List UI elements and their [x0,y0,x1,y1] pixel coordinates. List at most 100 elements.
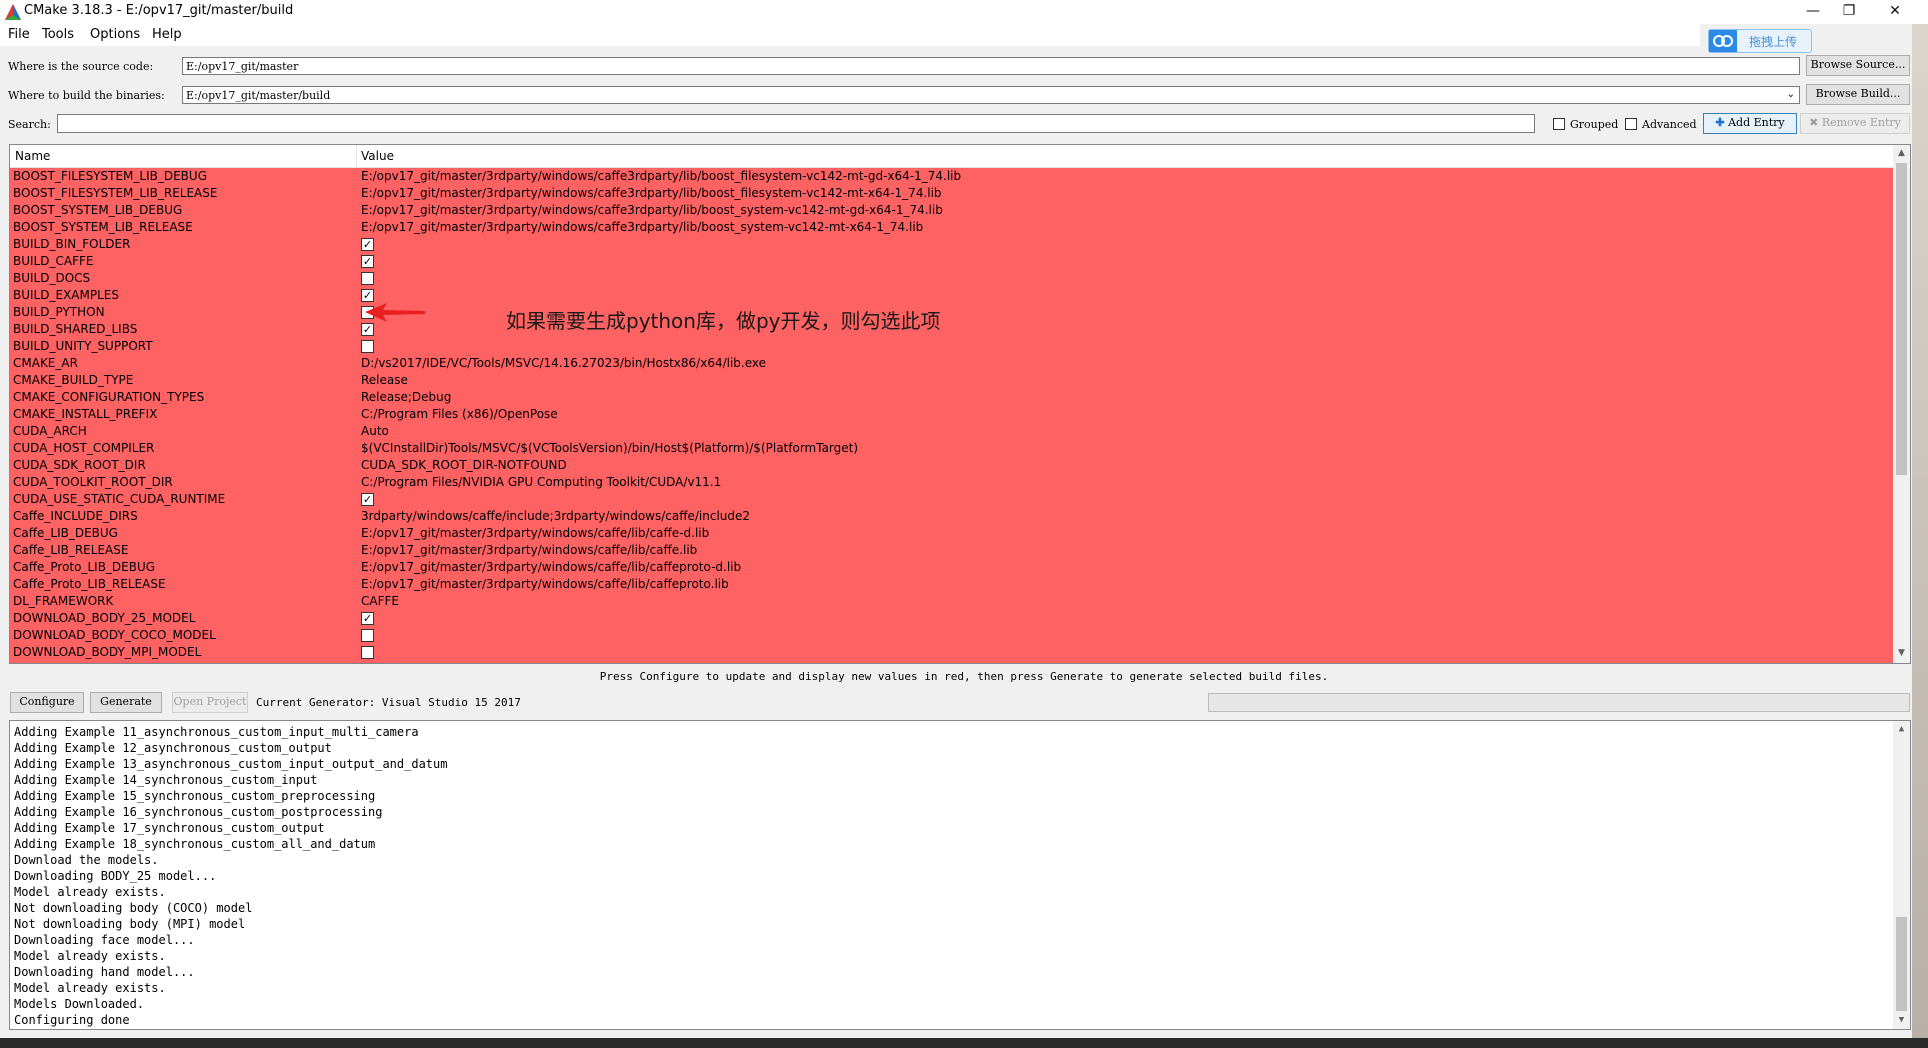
menu-file[interactable]: File [8,27,30,42]
entry-name: BOOST_SYSTEM_LIB_RELEASE [13,220,193,234]
log-scroll-up-icon[interactable]: ▲ [1893,721,1910,738]
table-row[interactable]: Caffe_Proto_LIB_DEBUG E:/opv17_git/master… [10,559,1894,576]
table-row[interactable]: Caffe_INCLUDE_DIRS 3rdparty/windows/caffe… [10,508,1894,525]
advanced-checkbox[interactable] [1625,118,1637,130]
entry-value[interactable]: Auto [361,424,389,438]
table-row[interactable]: BUILD_EXAMPLES ✓ [10,287,1894,304]
search-input[interactable] [57,114,1535,133]
column-header-name[interactable]: Name [15,149,50,163]
entry-checkbox[interactable] [361,340,374,353]
table-row[interactable]: Caffe_LIB_RELEASE E:/opv17_git/master/3rd… [10,542,1894,559]
table-row[interactable]: BOOST_SYSTEM_LIB_DEBUG E:/opv17_git/maste… [10,202,1894,219]
entry-name: CUDA_USE_STATIC_CUDA_RUNTIME [13,492,226,506]
entry-value[interactable]: 3rdparty/windows/caffe/include;3rdparty/… [361,509,750,523]
table-row[interactable]: CMAKE_INSTALL_PREFIX C:/Program Files (x8… [10,406,1894,423]
table-row[interactable]: Caffe_LIB_DEBUG E:/opv17_git/master/3rdpa… [10,525,1894,542]
log-line: Not downloading body (COCO) model [14,901,253,915]
log-scrollbar[interactable]: ▲ ▼ [1893,721,1910,1029]
entry-value[interactable]: E:/opv17_git/master/3rdparty/windows/caf… [361,560,741,574]
table-row[interactable]: DOWNLOAD_BODY_MPI_MODEL [10,644,1894,661]
browse-build-button[interactable]: Browse Build... [1806,84,1910,105]
table-row[interactable]: CUDA_HOST_COMPILER $(VCInstallDir)Tools/M… [10,440,1894,457]
entry-checkbox[interactable]: ✓ [361,255,374,268]
table-row[interactable]: CUDA_TOOLKIT_ROOT_DIR C:/Program Files/NV… [10,474,1894,491]
entry-value[interactable]: C:/Program Files/NVIDIA GPU Computing To… [361,475,721,489]
table-row[interactable]: CMAKE_AR D:/vs2017/IDE/VC/Tools/MSVC/14.1… [10,355,1894,372]
entry-value[interactable]: E:/opv17_git/master/3rdparty/windows/caf… [361,543,697,557]
entry-value[interactable]: Release;Debug [361,390,451,404]
entry-name: DOWNLOAD_BODY_25_MODEL [13,611,196,625]
log-scrollbar-thumb[interactable] [1896,917,1907,1011]
generate-button[interactable]: Generate [90,692,162,713]
table-scrollbar[interactable]: ▲ ▼ [1893,145,1910,663]
table-row[interactable]: CUDA_ARCH Auto [10,423,1894,440]
entry-value[interactable]: D:/vs2017/IDE/VC/Tools/MSVC/14.16.27023/… [361,356,766,370]
entry-value[interactable]: Release [361,373,408,387]
entry-checkbox[interactable] [361,272,374,285]
entry-checkbox[interactable] [361,646,374,659]
entry-value[interactable]: CUDA_SDK_ROOT_DIR-NOTFOUND [361,458,567,472]
drag-upload-badge[interactable]: 拖拽上传 [1708,29,1812,53]
table-row[interactable]: CMAKE_CONFIGURATION_TYPES Release;Debug [10,389,1894,406]
desktop-edge [1912,0,1928,1038]
column-separator [356,145,357,167]
scroll-up-icon[interactable]: ▲ [1893,145,1910,162]
table-row[interactable]: DOWNLOAD_BODY_COCO_MODEL [10,627,1894,644]
entry-checkbox[interactable] [361,629,374,642]
maximize-button[interactable]: ❐ [1826,0,1872,24]
grouped-checkbox[interactable] [1553,118,1565,130]
source-path-input[interactable]: E:/opv17_git/master [182,57,1800,75]
build-path-combobox[interactable]: E:/opv17_git/master/build ⌄ [182,86,1800,104]
menu-help[interactable]: Help [152,27,182,42]
table-row[interactable]: BOOST_SYSTEM_LIB_RELEASE E:/opv17_git/mas… [10,219,1894,236]
output-log[interactable]: Adding Example 11_asynchronous_custom_in… [9,720,1911,1030]
browse-source-button[interactable]: Browse Source... [1806,55,1910,76]
scroll-down-icon[interactable]: ▼ [1893,645,1910,662]
log-scroll-down-icon[interactable]: ▼ [1893,1012,1910,1029]
entry-value[interactable]: E:/opv17_git/master/3rdparty/windows/caf… [361,526,709,540]
search-label: Search: [8,118,51,131]
entry-value[interactable]: E:/opv17_git/master/3rdparty/windows/caf… [361,186,942,200]
table-row[interactable]: DOWNLOAD_BODY_25_MODEL ✓ [10,610,1894,627]
column-header-value[interactable]: Value [361,149,394,163]
table-row[interactable]: BOOST_FILESYSTEM_LIB_DEBUG E:/opv17_git/m… [10,168,1894,185]
entry-value[interactable]: CAFFE [361,594,399,608]
log-line: Models Downloaded. [14,997,145,1011]
upload-badge-label: 拖拽上传 [1749,35,1798,49]
entry-checkbox[interactable]: ✓ [361,612,374,625]
table-row[interactable]: Caffe_Proto_LIB_RELEASE E:/opv17_git/mast… [10,576,1894,593]
chevron-down-icon[interactable]: ⌄ [1787,87,1795,102]
configure-button[interactable]: Configure [10,692,84,713]
remove-entry-label: Remove Entry [1821,116,1901,129]
table-row[interactable]: BUILD_PYTHON [10,304,1894,321]
entry-checkbox[interactable]: ✓ [361,493,374,506]
menu-options[interactable]: Options [90,27,140,42]
menu-tools[interactable]: Tools [42,27,74,42]
entry-name: CMAKE_CONFIGURATION_TYPES [13,390,205,404]
entry-value[interactable]: E:/opv17_git/master/3rdparty/windows/caf… [361,203,943,217]
table-row[interactable]: DL_FRAMEWORK CAFFE [10,593,1894,610]
entry-value[interactable]: C:/Program Files (x86)/OpenPose [361,407,558,421]
entry-checkbox[interactable]: ✓ [361,238,374,251]
entry-value[interactable]: E:/opv17_git/master/3rdparty/windows/caf… [361,577,729,591]
table-row[interactable]: BUILD_DOCS [10,270,1894,287]
table-row[interactable]: BOOST_FILESYSTEM_LIB_RELEASE E:/opv17_git… [10,185,1894,202]
entry-value[interactable]: $(VCInstallDir)Tools/MSVC/$(VCToolsVersi… [361,441,858,455]
entry-name: CMAKE_AR [13,356,78,370]
entry-value[interactable]: E:/opv17_git/master/3rdparty/windows/caf… [361,220,923,234]
close-button[interactable]: ✕ [1872,0,1918,24]
table-row[interactable]: CUDA_USE_STATIC_CUDA_RUNTIME ✓ [10,491,1894,508]
open-project-button[interactable]: Open Project [172,692,248,713]
table-row[interactable]: BUILD_SHARED_LIBS ✓ [10,321,1894,338]
remove-entry-button[interactable]: ✖ Remove Entry [1800,113,1910,134]
add-entry-button[interactable]: ✚ Add Entry [1703,113,1797,134]
table-row[interactable]: CUDA_SDK_ROOT_DIR CUDA_SDK_ROOT_DIR-NOTFO… [10,457,1894,474]
entry-value[interactable]: E:/opv17_git/master/3rdparty/windows/caf… [361,169,961,183]
entry-name: BUILD_CAFFE [13,254,94,268]
table-row[interactable]: BUILD_UNITY_SUPPORT [10,338,1894,355]
table-row[interactable]: CMAKE_BUILD_TYPE Release [10,372,1894,389]
table-row[interactable]: BUILD_CAFFE ✓ [10,253,1894,270]
log-line: Model already exists. [14,981,166,995]
table-row[interactable]: BUILD_BIN_FOLDER ✓ [10,236,1894,253]
table-scrollbar-thumb[interactable] [1896,163,1907,475]
